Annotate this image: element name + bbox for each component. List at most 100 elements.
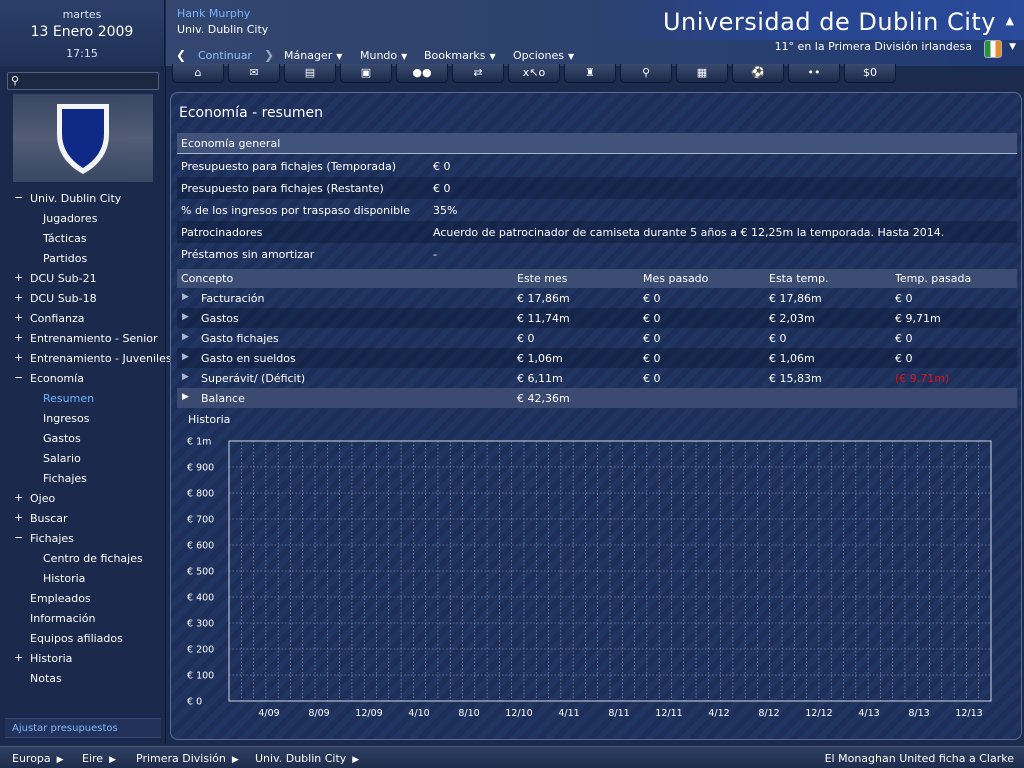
search-input[interactable]: ⚲: [7, 72, 159, 90]
crumb-europa[interactable]: Europa ▶: [12, 752, 64, 765]
y-tick-label: € 600: [187, 541, 214, 552]
sidebar-item-label: Historia: [43, 572, 86, 585]
crumb-club[interactable]: Univ. Dublin City ▶: [255, 752, 359, 765]
col-temp-pasada[interactable]: Temp. pasada: [895, 272, 971, 285]
menu-manager[interactable]: Mánager ▼: [284, 49, 342, 62]
sidebar-item-label: Buscar: [30, 512, 68, 525]
current-time: 17:15: [66, 47, 98, 60]
menu-opciones[interactable]: Opciones ▼: [513, 49, 574, 62]
finance-row[interactable]: ▶ Superávit/ (Déficit) € 6,11m € 0 € 15,83m (…: [177, 368, 1017, 388]
crumb-arrow-icon: ▶: [352, 755, 360, 765]
tactics-button[interactable]: x↖o: [508, 64, 560, 83]
y-tick-label: € 1m: [187, 437, 211, 448]
finance-button[interactable]: $0: [844, 64, 896, 83]
cell-concept: Gastos: [201, 312, 239, 325]
finance-row[interactable]: ▶ Gasto fichajes € 0 € 0 € 0 € 0: [177, 328, 1017, 348]
expand-icon[interactable]: +: [14, 271, 26, 284]
y-tick-label: € 200: [187, 645, 214, 656]
training-button[interactable]: ⚽: [732, 64, 784, 83]
menu-mundo[interactable]: Mundo ▼: [360, 49, 407, 62]
crumb-eire[interactable]: Eire ▶: [82, 752, 116, 765]
finance-row[interactable]: ▶ Gastos € 11,74m € 0 € 2,03m € 9,71m: [177, 308, 1017, 328]
cell-este-mes: € 17,86m: [517, 292, 570, 305]
expand-triangle-icon[interactable]: ▶: [182, 332, 189, 342]
chevron-down-icon: ▼: [489, 52, 496, 61]
club-crest-panel[interactable]: [13, 94, 153, 182]
col-este-mes[interactable]: Este mes: [517, 272, 567, 285]
crumb-primera-division[interactable]: Primera División ▶: [136, 752, 239, 765]
general-economy-heading-label: Economía general: [181, 137, 281, 150]
collapse-icon[interactable]: −: [14, 371, 26, 384]
transfer-button[interactable]: ⇄: [452, 64, 504, 83]
home-button[interactable]: ⌂: [172, 64, 224, 83]
expand-icon[interactable]: +: [14, 351, 26, 364]
col-mes-pasado[interactable]: Mes pasado: [643, 272, 708, 285]
trophy-button[interactable]: ♜: [564, 64, 616, 83]
expand-icon[interactable]: +: [14, 331, 26, 344]
scout-button[interactable]: ••: [788, 64, 840, 83]
finance-row[interactable]: ▶ Gasto en sueldos € 1,06m € 0 € 1,06m € 0: [177, 348, 1017, 368]
title-up-arrow-icon[interactable]: ▲: [1006, 14, 1014, 27]
sidebar-item-label: Fichajes: [43, 472, 87, 485]
mail-icon: ✉: [249, 66, 259, 79]
expand-icon[interactable]: +: [14, 511, 26, 524]
sidebar-item-label: Equipos afiliados: [30, 632, 123, 645]
date-panel[interactable]: martes 13 Enero 2009 17:15: [0, 0, 165, 66]
collapse-icon[interactable]: −: [14, 531, 26, 544]
expand-icon[interactable]: +: [14, 311, 26, 324]
people-icon: ●●: [412, 66, 432, 79]
row-label: Presupuesto para fichajes (Restante): [181, 182, 384, 195]
expand-icon[interactable]: +: [14, 651, 26, 664]
club-title[interactable]: Universidad de Dublin City: [663, 8, 996, 36]
collapse-icon[interactable]: −: [14, 191, 26, 204]
menu-bar: ❮ Continuar ❯ Mánager ▼ Mundo ▼ Bookmarks ▼…: [166, 45, 596, 65]
menu-mundo-label: Mundo: [360, 49, 398, 62]
col-concepto[interactable]: Concepto: [181, 272, 233, 285]
sidebar-item-label: DCU Sub-18: [30, 292, 97, 305]
continue-button[interactable]: Continuar: [198, 49, 252, 62]
league-position[interactable]: 11° en la Primera División irlandesa: [775, 40, 972, 53]
notes-button[interactable]: ▦: [676, 64, 728, 83]
sidebar-item-label: Salario: [43, 452, 81, 465]
menu-manager-label: Mánager: [284, 49, 333, 62]
manager-name-link[interactable]: Hank Murphy: [177, 7, 250, 20]
cell-concept: Gasto fichajes: [201, 332, 279, 345]
col-esta-temp[interactable]: Esta temp.: [769, 272, 829, 285]
menu-bookmarks[interactable]: Bookmarks ▼: [424, 49, 496, 62]
people-button[interactable]: ●●: [396, 64, 448, 83]
expand-icon[interactable]: +: [14, 491, 26, 504]
ireland-flag-icon[interactable]: [984, 40, 1002, 58]
history-chart: € 0 € 100 € 200 € 300 € 400 € 500 € 600 € 700 € …: [187, 437, 992, 718]
expand-triangle-icon[interactable]: ▶: [182, 352, 189, 362]
expand-triangle-icon[interactable]: ▶: [182, 312, 189, 322]
adjust-budget-link[interactable]: Ajustar presupuestos: [5, 718, 161, 738]
x-tick-label: 12/10: [505, 708, 532, 718]
general-economy-row: Presupuesto para fichajes (Temporada) € 0: [177, 155, 1017, 177]
x-tick-label: 12/12: [805, 708, 832, 718]
row-value: € 0: [433, 182, 451, 195]
expand-triangle-icon[interactable]: ▶: [182, 292, 189, 302]
news-ticker[interactable]: El Monaghan United ficha a Clarke: [825, 752, 1014, 765]
current-date: 13 Enero 2009: [30, 24, 134, 40]
expand-triangle-icon[interactable]: ▶: [182, 392, 189, 402]
cell-concept: Facturación: [201, 292, 265, 305]
expand-icon[interactable]: +: [14, 291, 26, 304]
finance-row[interactable]: ▶ Facturación € 17,86m € 0 € 17,86m € 0: [177, 288, 1017, 308]
finance-table-header: Concepto Este mes Mes pasado Esta temp. …: [177, 269, 1017, 288]
calendar-button[interactable]: ▣: [340, 64, 392, 83]
cell-mes-pasado: € 0: [643, 332, 661, 345]
sidebar-item-label: Gastos: [43, 432, 81, 445]
row-label: Patrocinadores: [181, 226, 263, 239]
sidebar-item-label: Fichajes: [30, 532, 74, 545]
flag-dropdown-icon[interactable]: ▼: [1009, 42, 1016, 52]
balance-row[interactable]: ▶ Balance € 42,36m: [177, 388, 1017, 408]
forward-arrow-icon[interactable]: ❯: [264, 48, 274, 62]
squad-button[interactable]: ▤: [284, 64, 336, 83]
back-arrow-icon[interactable]: ❮: [176, 48, 186, 62]
mail-button[interactable]: ✉: [228, 64, 280, 83]
expand-triangle-icon[interactable]: ▶: [182, 372, 189, 382]
sidebar-item-label: Univ. Dublin City: [30, 192, 122, 205]
y-tick-label: € 300: [187, 619, 214, 630]
x-tick-label: 4/09: [258, 708, 279, 718]
search-button[interactable]: ⚲: [620, 64, 672, 83]
